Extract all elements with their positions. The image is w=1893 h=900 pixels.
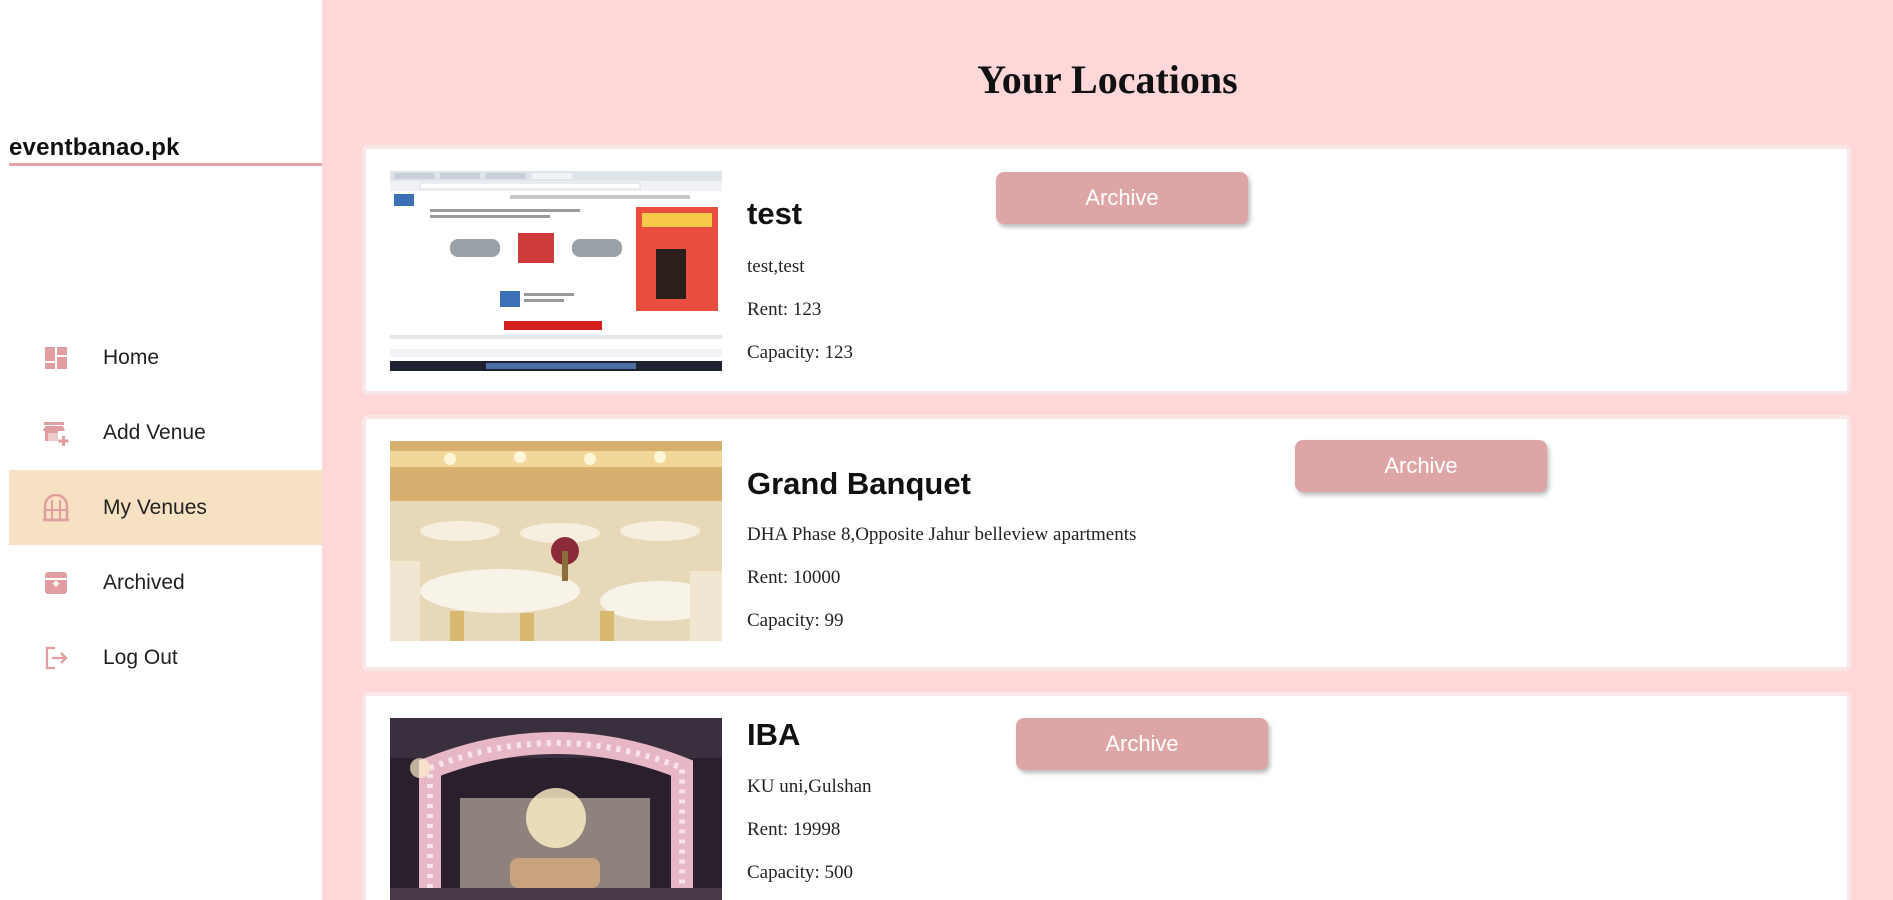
brand-name: eventbanao.pk (9, 134, 180, 161)
main-content: Your Locations test test,test Rent: 123 … (322, 0, 1893, 900)
sidebar-item-my-venues[interactable]: My Venues (9, 470, 322, 545)
sidebar-item-label: Home (103, 345, 160, 369)
page-title: Your Locations (977, 57, 1238, 102)
logout-icon (42, 644, 70, 672)
archive-button[interactable]: Archive (1016, 718, 1268, 770)
venue-capacity: Capacity: 500 (747, 862, 854, 883)
sidebar-item-label: Add Venue (103, 420, 206, 444)
venue-card: test test,test Rent: 123 Capacity: 123 A… (362, 145, 1851, 395)
archive-box-icon (42, 569, 70, 597)
venue-rent: Rent: 19998 (747, 819, 841, 840)
venue-card: Grand Banquet DHA Phase 8,Opposite Jahur… (362, 415, 1851, 671)
venue-address: KU uni,Gulshan (747, 776, 872, 797)
sidebar: eventbanao.pk Home Add Venue My Venues A… (0, 0, 322, 900)
sidebar-item-add-venue[interactable]: Add Venue (9, 395, 322, 470)
venue-capacity: Capacity: 123 (747, 342, 854, 363)
sidebar-item-label: My Venues (103, 495, 207, 519)
sidebar-item-label: Log Out (103, 645, 178, 669)
venue-image[interactable] (390, 441, 722, 641)
venue-address: DHA Phase 8,Opposite Jahur belleview apa… (747, 524, 1137, 545)
venue-capacity: Capacity: 99 (747, 610, 844, 631)
brand-logo[interactable]: eventbanao.pk (9, 134, 322, 166)
venue-card: IBA KU uni,Gulshan Rent: 19998 Capacity:… (362, 692, 1851, 900)
sidebar-item-label: Archived (103, 570, 185, 594)
venue-rent: Rent: 123 (747, 299, 822, 320)
venue-image[interactable] (390, 718, 722, 900)
archive-button[interactable]: Archive (1295, 440, 1547, 492)
venue-name: IBA (747, 717, 801, 752)
venue-image[interactable] (390, 171, 722, 371)
venue-icon (42, 493, 70, 522)
sidebar-nav: Home Add Venue My Venues Archived Log Ou… (9, 320, 322, 695)
archive-button[interactable]: Archive (996, 172, 1248, 224)
add-store-icon (42, 419, 70, 447)
scrollbar[interactable] (1876, 0, 1893, 900)
venue-address: test,test (747, 256, 805, 277)
venue-name: test (747, 196, 803, 231)
sidebar-item-log-out[interactable]: Log Out (9, 620, 322, 695)
sidebar-item-archived[interactable]: Archived (9, 545, 322, 620)
sidebar-item-home[interactable]: Home (9, 320, 322, 395)
venue-rent: Rent: 10000 (747, 567, 841, 588)
venue-name: Grand Banquet (747, 466, 971, 501)
dashboard-icon (42, 344, 70, 372)
